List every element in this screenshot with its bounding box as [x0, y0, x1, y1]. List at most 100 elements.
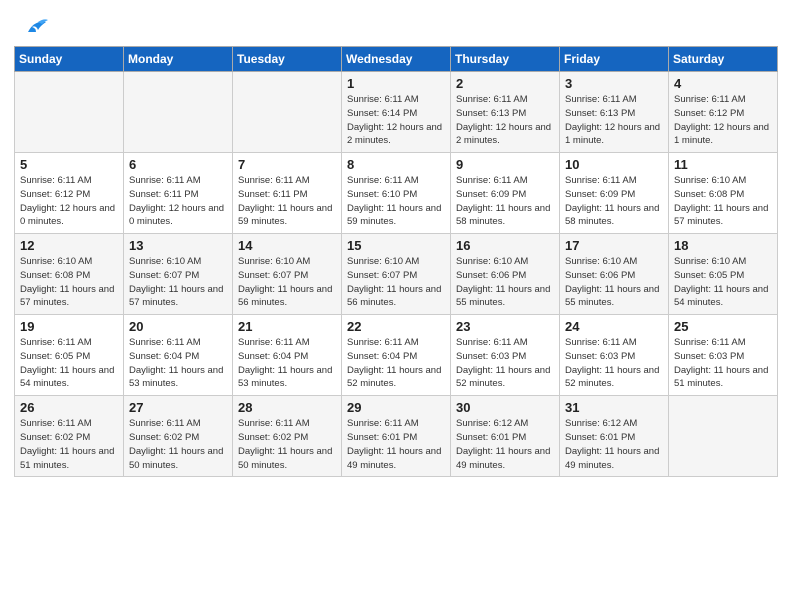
page: SundayMondayTuesdayWednesdayThursdayFrid… [0, 0, 792, 612]
day-number: 26 [20, 400, 118, 415]
header [0, 0, 792, 46]
day-info: Sunrise: 6:10 AM Sunset: 6:07 PM Dayligh… [347, 255, 445, 310]
calendar-header-tuesday: Tuesday [233, 47, 342, 72]
day-number: 14 [238, 238, 336, 253]
day-info: Sunrise: 6:11 AM Sunset: 6:03 PM Dayligh… [565, 336, 663, 391]
day-number: 16 [456, 238, 554, 253]
calendar-cell: 17 Sunrise: 6:10 AM Sunset: 6:06 PM Dayli… [560, 234, 669, 315]
day-info: Sunrise: 6:11 AM Sunset: 6:05 PM Dayligh… [20, 336, 118, 391]
calendar-cell [124, 72, 233, 153]
day-number: 6 [129, 157, 227, 172]
calendar-header-friday: Friday [560, 47, 669, 72]
day-info: Sunrise: 6:12 AM Sunset: 6:01 PM Dayligh… [565, 417, 663, 472]
calendar-cell: 29Sunrise: 6:11 AM Sunset: 6:01 PM Dayli… [342, 396, 451, 477]
calendar-header-wednesday: Wednesday [342, 47, 451, 72]
day-number: 30 [456, 400, 554, 415]
day-info: Sunrise: 6:11 AM Sunset: 6:11 PM Dayligh… [129, 174, 227, 229]
calendar-cell: 11 Sunrise: 6:10 AM Sunset: 6:08 PM Dayli… [669, 153, 778, 234]
day-number: 22 [347, 319, 445, 334]
calendar-cell: 4 Sunrise: 6:11 AM Sunset: 6:12 PM Daylig… [669, 72, 778, 153]
calendar-cell: 16Sunrise: 6:10 AM Sunset: 6:06 PM Dayli… [451, 234, 560, 315]
day-info: Sunrise: 6:10 AM Sunset: 6:07 PM Dayligh… [129, 255, 227, 310]
calendar-cell: 25 Sunrise: 6:11 AM Sunset: 6:03 PM Dayli… [669, 315, 778, 396]
calendar-week-3: 12 Sunrise: 6:10 AM Sunset: 6:08 PM Dayli… [15, 234, 778, 315]
calendar-week-1: 1Sunrise: 6:11 AM Sunset: 6:14 PM Daylig… [15, 72, 778, 153]
day-number: 13 [129, 238, 227, 253]
calendar-cell: 10 Sunrise: 6:11 AM Sunset: 6:09 PM Dayli… [560, 153, 669, 234]
day-info: Sunrise: 6:10 AM Sunset: 6:08 PM Dayligh… [20, 255, 118, 310]
calendar-cell: 19 Sunrise: 6:11 AM Sunset: 6:05 PM Dayli… [15, 315, 124, 396]
calendar-header-saturday: Saturday [669, 47, 778, 72]
day-number: 5 [20, 157, 118, 172]
day-info: Sunrise: 6:10 AM Sunset: 6:05 PM Dayligh… [674, 255, 772, 310]
day-number: 20 [129, 319, 227, 334]
day-info: Sunrise: 6:10 AM Sunset: 6:07 PM Dayligh… [238, 255, 336, 310]
calendar-cell: 27Sunrise: 6:11 AM Sunset: 6:02 PM Dayli… [124, 396, 233, 477]
calendar-cell: 13 Sunrise: 6:10 AM Sunset: 6:07 PM Dayli… [124, 234, 233, 315]
calendar-cell: 8Sunrise: 6:11 AM Sunset: 6:10 PM Daylig… [342, 153, 451, 234]
calendar-cell: 12 Sunrise: 6:10 AM Sunset: 6:08 PM Dayli… [15, 234, 124, 315]
day-number: 15 [347, 238, 445, 253]
day-number: 21 [238, 319, 336, 334]
calendar-cell: 20 Sunrise: 6:11 AM Sunset: 6:04 PM Dayli… [124, 315, 233, 396]
calendar-cell: 21Sunrise: 6:11 AM Sunset: 6:04 PM Dayli… [233, 315, 342, 396]
day-info: Sunrise: 6:11 AM Sunset: 6:12 PM Dayligh… [674, 93, 772, 148]
calendar-cell: 9 Sunrise: 6:11 AM Sunset: 6:09 PM Daylig… [451, 153, 560, 234]
day-number: 28 [238, 400, 336, 415]
day-info: Sunrise: 6:10 AM Sunset: 6:06 PM Dayligh… [565, 255, 663, 310]
day-info: Sunrise: 6:11 AM Sunset: 6:02 PM Dayligh… [238, 417, 336, 472]
day-number: 2 [456, 76, 554, 91]
day-info: Sunrise: 6:11 AM Sunset: 6:13 PM Dayligh… [565, 93, 663, 148]
calendar-cell: 1Sunrise: 6:11 AM Sunset: 6:14 PM Daylig… [342, 72, 451, 153]
day-info: Sunrise: 6:11 AM Sunset: 6:09 PM Dayligh… [565, 174, 663, 229]
calendar-cell: 2 Sunrise: 6:11 AM Sunset: 6:13 PM Daylig… [451, 72, 560, 153]
day-number: 24 [565, 319, 663, 334]
day-info: Sunrise: 6:11 AM Sunset: 6:11 PM Dayligh… [238, 174, 336, 229]
day-info: Sunrise: 6:11 AM Sunset: 6:03 PM Dayligh… [456, 336, 554, 391]
day-number: 10 [565, 157, 663, 172]
day-info: Sunrise: 6:11 AM Sunset: 6:09 PM Dayligh… [456, 174, 554, 229]
day-info: Sunrise: 6:11 AM Sunset: 6:10 PM Dayligh… [347, 174, 445, 229]
day-number: 31 [565, 400, 663, 415]
day-info: Sunrise: 6:11 AM Sunset: 6:14 PM Dayligh… [347, 93, 445, 148]
calendar-cell: 14 Sunrise: 6:10 AM Sunset: 6:07 PM Dayli… [233, 234, 342, 315]
logo-bird-icon [26, 18, 48, 36]
day-number: 9 [456, 157, 554, 172]
calendar-cell: 23 Sunrise: 6:11 AM Sunset: 6:03 PM Dayli… [451, 315, 560, 396]
day-info: Sunrise: 6:11 AM Sunset: 6:01 PM Dayligh… [347, 417, 445, 472]
day-number: 4 [674, 76, 772, 91]
day-info: Sunrise: 6:11 AM Sunset: 6:04 PM Dayligh… [347, 336, 445, 391]
day-info: Sunrise: 6:11 AM Sunset: 6:13 PM Dayligh… [456, 93, 554, 148]
day-info: Sunrise: 6:12 AM Sunset: 6:01 PM Dayligh… [456, 417, 554, 472]
calendar-cell: 28 Sunrise: 6:11 AM Sunset: 6:02 PM Dayli… [233, 396, 342, 477]
day-number: 19 [20, 319, 118, 334]
calendar-cell [669, 396, 778, 477]
day-number: 3 [565, 76, 663, 91]
calendar-header-monday: Monday [124, 47, 233, 72]
day-info: Sunrise: 6:11 AM Sunset: 6:04 PM Dayligh… [129, 336, 227, 391]
day-info: Sunrise: 6:10 AM Sunset: 6:08 PM Dayligh… [674, 174, 772, 229]
calendar-cell: 24 Sunrise: 6:11 AM Sunset: 6:03 PM Dayli… [560, 315, 669, 396]
calendar-header-sunday: Sunday [15, 47, 124, 72]
calendar-cell: 15 Sunrise: 6:10 AM Sunset: 6:07 PM Dayli… [342, 234, 451, 315]
calendar-cell: 6 Sunrise: 6:11 AM Sunset: 6:11 PM Daylig… [124, 153, 233, 234]
day-number: 11 [674, 157, 772, 172]
day-info: Sunrise: 6:11 AM Sunset: 6:03 PM Dayligh… [674, 336, 772, 391]
logo [24, 18, 48, 36]
calendar-cell [15, 72, 124, 153]
calendar-cell: 3 Sunrise: 6:11 AM Sunset: 6:13 PM Daylig… [560, 72, 669, 153]
calendar-cell: 30 Sunrise: 6:12 AM Sunset: 6:01 PM Dayli… [451, 396, 560, 477]
day-number: 25 [674, 319, 772, 334]
day-info: Sunrise: 6:11 AM Sunset: 6:02 PM Dayligh… [129, 417, 227, 472]
day-number: 17 [565, 238, 663, 253]
calendar-cell: 31 Sunrise: 6:12 AM Sunset: 6:01 PM Dayli… [560, 396, 669, 477]
calendar-cell: 18Sunrise: 6:10 AM Sunset: 6:05 PM Dayli… [669, 234, 778, 315]
day-number: 23 [456, 319, 554, 334]
calendar-cell [233, 72, 342, 153]
calendar-table: SundayMondayTuesdayWednesdayThursdayFrid… [14, 46, 778, 477]
calendar-week-5: 26 Sunrise: 6:11 AM Sunset: 6:02 PM Dayli… [15, 396, 778, 477]
calendar-cell: 7 Sunrise: 6:11 AM Sunset: 6:11 PM Daylig… [233, 153, 342, 234]
calendar-header-thursday: Thursday [451, 47, 560, 72]
day-number: 7 [238, 157, 336, 172]
day-number: 12 [20, 238, 118, 253]
